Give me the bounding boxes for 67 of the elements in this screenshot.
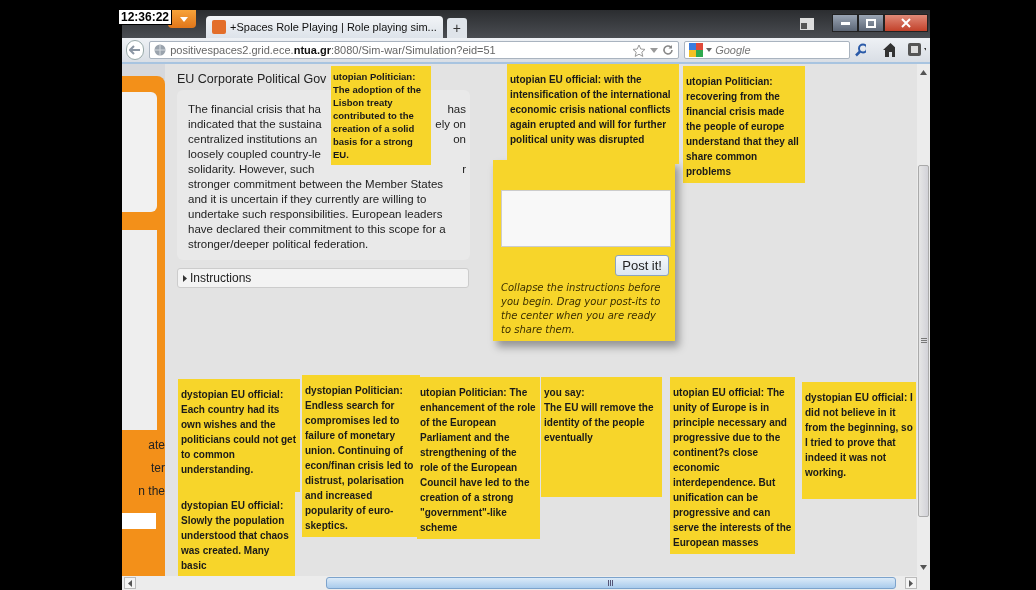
search-field[interactable]: Google xyxy=(684,41,851,59)
description-text: r xyxy=(462,162,466,177)
description-text: centralized institutions an xyxy=(188,132,318,147)
back-arrow-icon xyxy=(129,45,142,55)
dropdown-icon[interactable] xyxy=(650,47,659,53)
sticky-note[interactable]: dystopian EU official: Each country had its own wishes and the politicians could not get to common understanding. xyxy=(178,379,300,492)
description-text: undertake such responsibilities. European leaders xyxy=(188,207,443,222)
back-button[interactable] xyxy=(126,40,145,60)
clock: 12:36:22 xyxy=(118,9,173,25)
search-input[interactable]: Google xyxy=(715,44,846,56)
description-text: indicated that the sustaina xyxy=(188,117,322,132)
vertical-scrollbar[interactable] xyxy=(917,64,930,576)
new-tab-button[interactable]: + xyxy=(446,18,467,38)
description-text: The financial crisis that ha xyxy=(188,102,321,117)
grip-icon xyxy=(920,338,927,344)
minimize-icon xyxy=(840,21,850,25)
input-field[interactable] xyxy=(122,513,156,529)
maximize-icon xyxy=(866,18,876,28)
sidebar-text: n the xyxy=(138,484,165,499)
google-icon xyxy=(689,43,704,57)
sticky-note[interactable]: utopian EU official: The unity of Europe is in principle necessary and progressive due to the continent?s close economic interdependence. But unification can be progressive and can serve the interests of the European masses xyxy=(670,377,795,554)
post-it-button[interactable]: Post it! xyxy=(615,255,669,276)
description-text: stronger commitment between the Member States xyxy=(188,177,444,192)
minimize-button[interactable] xyxy=(832,14,858,32)
star-icon[interactable] xyxy=(632,43,647,57)
down-arrow-icon[interactable] xyxy=(920,565,927,570)
sticky-note[interactable]: utopian Politician: recovering from the financial crisis made the people of europe understand that they all share common problems xyxy=(683,66,805,183)
search-icon[interactable] xyxy=(855,43,867,57)
sidebar-text: ter xyxy=(151,461,165,476)
sticky-note[interactable]: utopian Politician: The adoption of the Lisbon treaty contributed to the creation of a solid basis for a strong EU. xyxy=(331,66,431,165)
sticky-note[interactable]: utopian Politician: The enhancement of the role of the European Parliament and the strengthening of the role of the European Council have led to the creation of a strong "government"-like scheme xyxy=(417,377,540,539)
maximize-button[interactable] xyxy=(858,14,884,32)
reload-icon[interactable] xyxy=(662,44,675,56)
window-icon[interactable] xyxy=(800,18,814,30)
close-button[interactable] xyxy=(884,14,928,32)
description-text: on xyxy=(453,132,466,147)
sticky-note[interactable]: dystopian EU official: Slowly the population understood that chaos was created. Many basic xyxy=(178,490,295,576)
description-text: loosely coupled country-le xyxy=(188,147,321,162)
right-arrow-icon[interactable] xyxy=(909,579,913,587)
description-text: solidarity. However, such xyxy=(188,162,315,177)
triangle-icon xyxy=(183,274,187,282)
globe-icon xyxy=(154,44,167,56)
address-bar[interactable]: positivespaces2.grid.ece.ntua.gr:8080/Sim-war/Simulation?eid=51 xyxy=(149,41,680,59)
browser-tab[interactable]: +Spaces Role Playing | Role playing sim... xyxy=(206,16,443,38)
description-text: have declared their commitment to this scope for a xyxy=(188,222,446,237)
horizontal-scrollbar[interactable] xyxy=(122,576,930,590)
description-text: ely on xyxy=(435,117,466,132)
description-text: has xyxy=(447,102,466,117)
caret-icon xyxy=(180,16,188,22)
close-icon xyxy=(901,18,911,28)
sticky-note[interactable]: utopian EU official: with the intensification of the international economic crisis national conflicts again erupted and will for further political unity was disrupted xyxy=(507,64,679,164)
sticky-note[interactable]: dystopian EU official: I did not believe in it from the beginning, so I tried to prove that indeed it was not working. xyxy=(802,382,916,499)
instructions-text: Collapse the instructions before you begin. Drag your post-its to the center when you are ready to share them. xyxy=(501,281,662,337)
description-text: stronger/deeper political federation. xyxy=(188,237,369,252)
grip-icon xyxy=(608,580,614,586)
up-arrow-icon[interactable] xyxy=(920,70,927,75)
instructions-toggle[interactable]: Instructions xyxy=(177,268,469,288)
caret-icon[interactable] xyxy=(706,48,713,52)
description-text: and it is uncertain if they currently are willing to xyxy=(188,192,427,207)
left-arrow-icon[interactable] xyxy=(128,579,132,587)
note-input-field[interactable] xyxy=(501,190,671,247)
sticky-note[interactable]: you say: The EU will remove the identity of the people eventually xyxy=(541,377,662,497)
page-title: EU Corporate Political Gov xyxy=(177,72,327,86)
sticky-note[interactable]: dystopian Politician: Endless search for compromises led to failure of monetary union. Continuing of econ/finan crisis led to distrust, polarisation and increased popularity of euro-skeptics. xyxy=(302,375,420,537)
sidebar-text: ate xyxy=(148,438,165,453)
home-icon[interactable] xyxy=(882,43,895,57)
bookmarks-icon[interactable] xyxy=(908,43,926,57)
